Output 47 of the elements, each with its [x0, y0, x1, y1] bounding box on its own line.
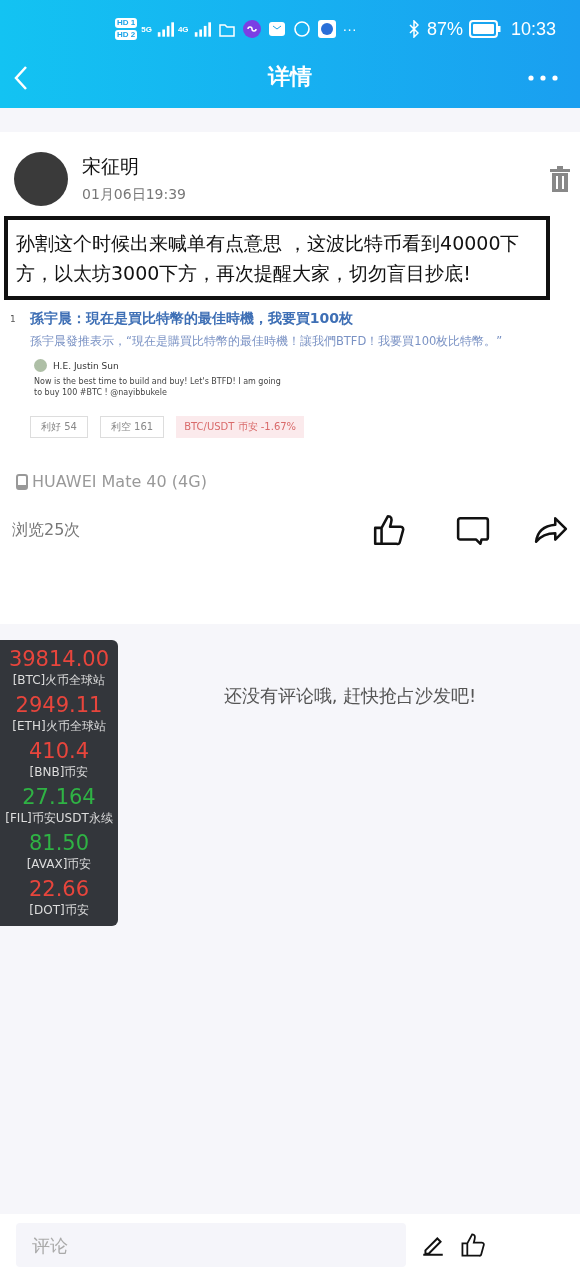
thumbs-up-icon[interactable] [460, 1232, 486, 1258]
signal-icon [155, 21, 174, 37]
device-label: HUAWEI Mate 40 (4G) [32, 472, 207, 491]
article-headline: 孫宇晨：現在是買比特幣的最佳時機，我要買100枚 [29, 310, 353, 328]
price-value: 39814.00 [8, 646, 110, 672]
comment-field[interactable]: 评论 [16, 1223, 406, 1267]
price-value: 22.66 [28, 876, 90, 902]
phone-icon [16, 473, 28, 490]
bearish-button[interactable]: 利空 161 [99, 416, 165, 438]
battery-icon [468, 20, 501, 38]
list-marker: 1 [10, 314, 16, 324]
article-summary: 孫宇晨發推表示，“現在是購買比特幣的最佳時機！讓我們BTFD！我要買100枚比特幣。” [30, 334, 504, 349]
avatar [34, 359, 47, 372]
clock: 10:33 [510, 18, 556, 40]
more-icon[interactable] [528, 75, 558, 81]
network-label: 4G [177, 24, 189, 34]
ring-icon [292, 20, 311, 38]
price-source: [AVAX]币安 [26, 856, 92, 872]
price-value: 81.50 [28, 830, 90, 856]
network-label: 5G [141, 24, 152, 34]
thumbs-up-icon[interactable] [372, 513, 406, 547]
sim-label: HD 1 [115, 18, 138, 28]
price-value: 410.4 [28, 738, 90, 764]
battery-percent: 87% [426, 18, 463, 40]
ticker-tag: BTC/USDT 币安 -1.67% [176, 416, 305, 438]
sim-label: HD 2 [115, 30, 138, 40]
post-text: 孙割这个时候出来喊单有点意思 ，这波比特币看到40000下方，以太坊3000下方，再次提醒大家，切勿盲目抄底! [4, 216, 550, 300]
empty-comments-message: 还没有评论哦, 赶快抢占沙发吧! [223, 684, 477, 708]
view-count: 浏览25次 [12, 519, 81, 541]
avatar[interactable] [14, 152, 68, 206]
price-source: [ETH]火币全球站 [12, 718, 106, 734]
post-time: 01月06日19:39 [82, 186, 187, 204]
tweet-text: Now is the best time to build and buy! Let's BTFD! I am going to buy 100 #BTC ! @nayibbukele [34, 376, 282, 398]
tweet-author: H.E. Justin Sun [53, 360, 119, 371]
page-title: 详情 [268, 63, 312, 91]
price-source: [DOT]币安 [29, 902, 89, 918]
price-value: 27.164 [22, 784, 96, 810]
price-value: 2949.11 [15, 692, 103, 718]
bullish-button[interactable]: 利好 54 [30, 416, 88, 438]
more-indicator: ··· [342, 21, 357, 37]
bluetooth-icon [408, 20, 419, 38]
price-source: [BTC]火币全球站 [12, 672, 106, 688]
trash-icon[interactable] [550, 166, 570, 192]
price-source: [FIL]币安USDT永续 [5, 810, 113, 826]
author-name[interactable]: 宋征明 [82, 154, 536, 180]
price-source: [BNB]币安 [29, 764, 89, 780]
signal-icon [192, 21, 211, 37]
